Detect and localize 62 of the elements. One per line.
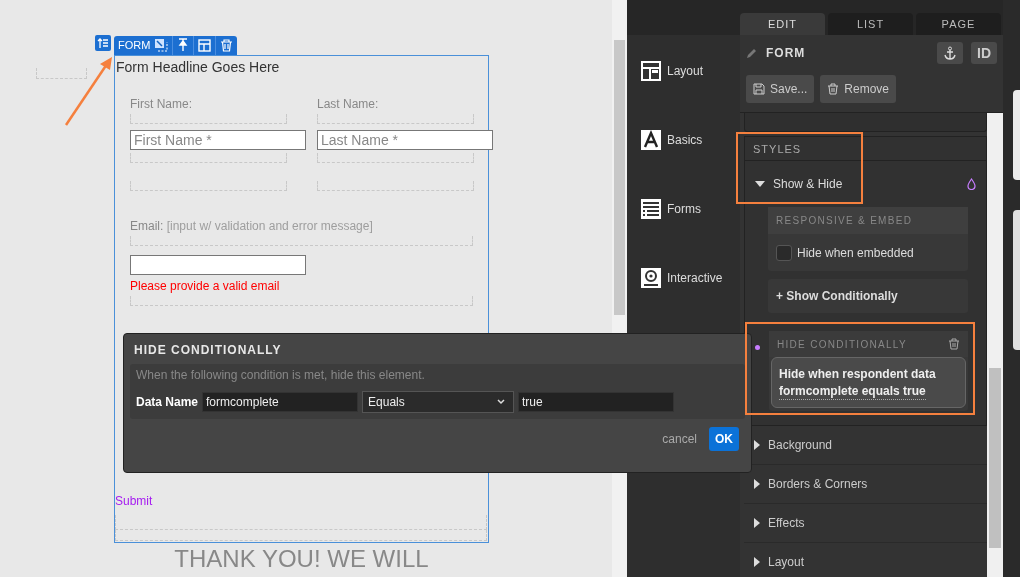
element-title: FORM — [766, 46, 806, 60]
resize-icon[interactable] — [154, 38, 169, 52]
operator-dropdown[interactable]: Equals — [362, 391, 515, 413]
scrollbar-thumb[interactable] — [989, 368, 1001, 548]
condition-link[interactable]: formcomplete equals true — [779, 383, 926, 400]
status-dot — [755, 345, 760, 350]
thank-you-heading: THANK YOU! WE WILL — [173, 544, 430, 573]
category-item[interactable]: Forms — [627, 199, 740, 219]
droplet-icon — [967, 178, 976, 190]
category-item[interactable]: Layout — [627, 61, 740, 81]
annotation-arrow — [64, 55, 114, 127]
field-label: Last Name: — [317, 96, 380, 111]
text-icon — [641, 130, 661, 150]
section-toggle[interactable]: Show & Hide — [745, 161, 986, 207]
save-button[interactable]: Save... — [746, 75, 815, 103]
email-input[interactable] — [130, 254, 306, 275]
section-heading: STYLES — [745, 137, 986, 161]
field-label: First Name: — [130, 96, 193, 111]
checkbox-label: Hide when embedded — [797, 246, 914, 260]
cancel-link[interactable]: cancel — [662, 432, 697, 446]
placeholder-box — [36, 68, 87, 79]
pencil-icon — [746, 47, 758, 59]
trash-icon[interactable] — [948, 338, 960, 350]
field-label: Email: — [130, 218, 164, 233]
field-label: Data Name — [136, 395, 199, 409]
target-icon — [641, 268, 661, 288]
scrollbar-thumb[interactable] — [614, 40, 625, 315]
name-input[interactable]: First Name * — [130, 129, 306, 150]
field-hint: [input w/ validation and error message] — [166, 218, 373, 233]
layout-icon — [641, 61, 661, 81]
submit-link[interactable]: Submit — [115, 493, 153, 508]
remove-button[interactable]: Remove — [820, 75, 897, 103]
checkbox[interactable] — [776, 245, 792, 261]
dialog-description: When the following condition is met, hide this element. — [136, 368, 426, 382]
move-icon[interactable] — [95, 35, 111, 51]
panel-tab[interactable]: LIST — [828, 13, 913, 35]
id-button[interactable]: ID — [971, 42, 997, 64]
trash-icon — [827, 83, 840, 95]
name-input[interactable]: Last Name * — [317, 129, 493, 150]
panel-tab[interactable]: PAGE — [916, 13, 1001, 35]
form-headline: Form Headline Goes Here — [115, 57, 281, 75]
category-item[interactable]: Basics — [627, 130, 740, 150]
option-heading: HIDE CONDITIONALLY — [777, 338, 907, 350]
panel-tab[interactable]: EDIT — [740, 13, 825, 35]
chevron-icon — [497, 399, 506, 405]
option-heading: RESPONSIVE & EMBED — [768, 207, 968, 234]
dialog-title: HIDE CONDITIONALLY — [133, 342, 283, 359]
error-message: Please provide a valid email — [130, 278, 281, 293]
rule-card[interactable]: Hide when respondent data formcomplete equals true — [771, 357, 966, 408]
form-icon — [641, 199, 661, 219]
ok-button[interactable]: OK — [709, 427, 739, 451]
data-name-input[interactable]: formcomplete — [202, 392, 359, 412]
layout-icon[interactable] — [198, 38, 212, 52]
value-input[interactable]: true — [518, 392, 675, 412]
rule-text: Hide when respondent data — [779, 366, 937, 383]
element-label: FORM — [118, 39, 151, 51]
show-conditionally-button[interactable]: + Show Conditionally — [768, 279, 968, 313]
anchor-button[interactable] — [937, 42, 963, 64]
pin-icon[interactable] — [177, 38, 190, 52]
category-item[interactable]: Interactive — [627, 268, 740, 288]
floppy-icon — [753, 83, 765, 95]
anchor-icon — [944, 46, 956, 60]
